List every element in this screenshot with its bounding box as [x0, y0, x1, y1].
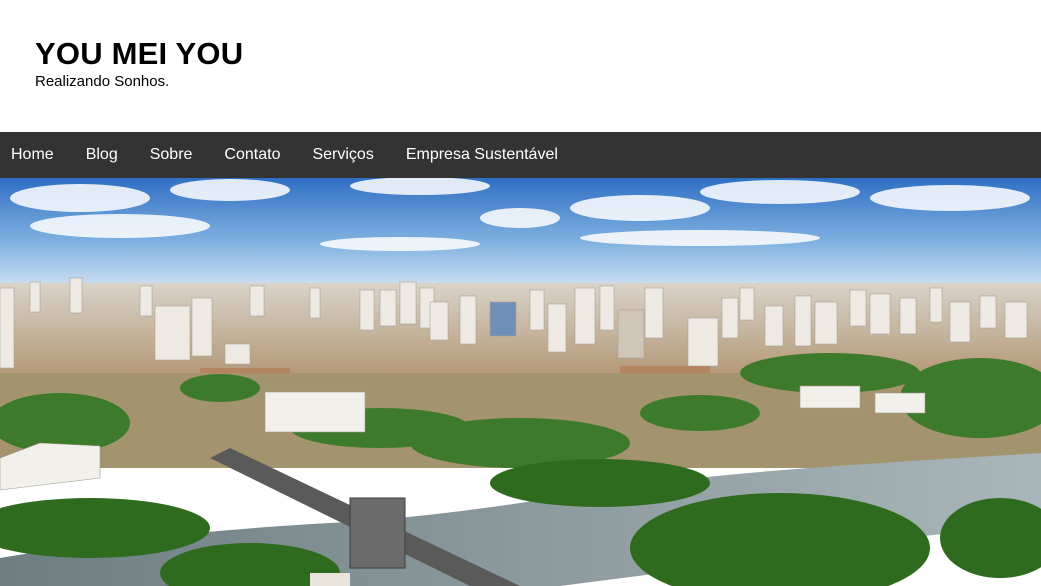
nav-item-contato[interactable]: Contato [224, 146, 280, 164]
main-navigation: Home Blog Sobre Contato Serviços Empresa… [0, 132, 1041, 178]
nav-item-sobre[interactable]: Sobre [150, 146, 193, 164]
small-building [310, 573, 350, 586]
bridge-tower [349, 497, 406, 569]
nav-list: Home Blog Sobre Contato Serviços Empresa… [0, 132, 1041, 178]
nav-item-home[interactable]: Home [11, 146, 54, 164]
hero-cityscape-illustration [0, 178, 1041, 586]
nav-item-empresa-sustentavel[interactable]: Empresa Sustentável [406, 146, 558, 164]
site-title[interactable]: YOU MEI YOU [35, 37, 243, 71]
nav-item-blog[interactable]: Blog [86, 146, 118, 164]
nav-item-servicos[interactable]: Serviços [312, 146, 373, 164]
hero-image [0, 178, 1041, 586]
site-tagline: Realizando Sonhos. [35, 73, 170, 90]
site-header: YOU MEI YOU Realizando Sonhos. [0, 0, 1041, 132]
